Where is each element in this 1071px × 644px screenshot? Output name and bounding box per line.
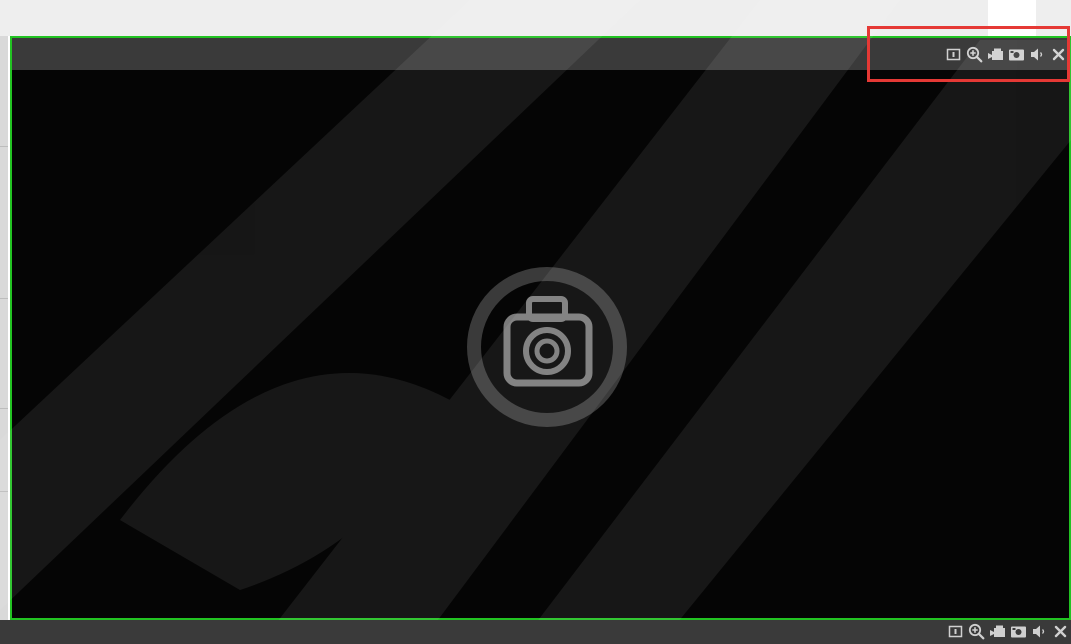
live-view-page	[0, 0, 1071, 644]
snapshot-icon[interactable]	[1008, 46, 1025, 63]
zoom-in-icon[interactable]	[968, 623, 985, 640]
audio-icon[interactable]	[1029, 46, 1046, 63]
info-icon[interactable]	[945, 46, 962, 63]
next-window-toolbar	[947, 623, 1069, 640]
close-icon[interactable]	[1052, 623, 1069, 640]
audio-icon[interactable]	[1031, 623, 1048, 640]
gutter-tick	[0, 408, 8, 409]
left-gutter	[0, 36, 8, 644]
record-icon[interactable]	[989, 623, 1006, 640]
fullscreen-area[interactable]	[988, 0, 1036, 36]
top-strip	[0, 0, 1071, 36]
info-icon[interactable]	[947, 623, 964, 640]
gutter-tick	[0, 146, 8, 147]
video-window-titlebar	[12, 38, 1069, 70]
snapshot-icon[interactable]	[1010, 623, 1027, 640]
no-video-camera-icon	[467, 267, 627, 427]
next-window-titlebar	[0, 620, 1071, 644]
gutter-tick	[0, 491, 8, 492]
record-icon[interactable]	[987, 46, 1004, 63]
close-icon[interactable]	[1050, 46, 1067, 63]
zoom-in-icon[interactable]	[966, 46, 983, 63]
gutter-tick	[0, 298, 8, 299]
video-window-toolbar	[945, 44, 1067, 64]
